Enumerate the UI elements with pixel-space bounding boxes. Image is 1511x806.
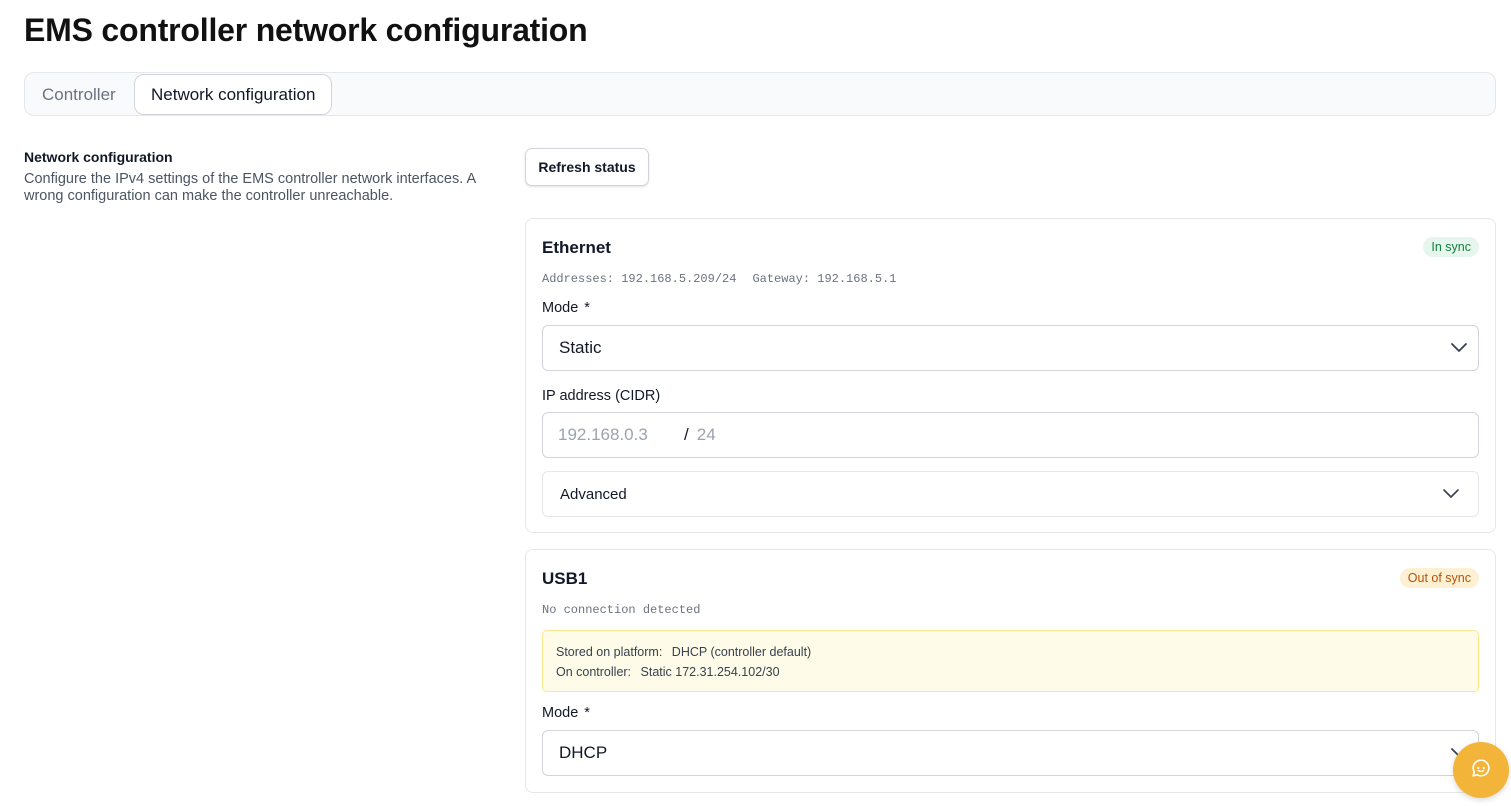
page-title: EMS controller network configuration [24,12,588,48]
chevron-down-icon [1442,485,1460,503]
controller-label: On controller: [556,665,632,679]
mode-label: Mode * [542,705,590,721]
tab-network-configuration[interactable]: Network configuration [134,74,333,115]
section-description: Configure the IPv4 settings of the EMS c… [24,171,476,204]
advanced-toggle[interactable]: Advanced [542,471,1479,517]
stored-value: DHCP (controller default) [671,645,812,659]
cidr-separator: / [684,425,689,444]
required-mark: * [584,300,590,316]
chat-icon [1470,757,1492,784]
ethernet-mode-select[interactable]: Static [542,325,1479,371]
gateway-value: 192.168.5.1 [817,272,897,286]
ethernet-addresses: Addresses: 192.168.5.209/24 Gateway: 192.… [542,272,896,286]
mode-label: Mode * [542,300,590,316]
ip-address-label: IP address (CIDR) [542,388,661,404]
mode-label-text: Mode [542,300,579,316]
status-badge: In sync [1423,237,1479,257]
addresses-label: Addresses: [542,272,615,286]
chat-button[interactable] [1453,742,1509,798]
ethernet-title: Ethernet [542,238,611,257]
status-badge: Out of sync [1399,568,1479,588]
stored-label: Stored on platform: [556,645,663,659]
gateway-label: Gateway: [752,272,811,286]
ip-cidr-field: / [542,412,1479,458]
prefix-length-input[interactable] [696,425,817,445]
on-controller: On controller: Static 172.31.254.102/30 [556,662,1465,682]
mode-label-text: Mode [542,705,579,721]
controller-value: Static 172.31.254.102/30 [640,665,780,679]
sync-mismatch-notice: Stored on platform: DHCP (controller def… [542,630,1479,692]
usb1-card: USB1 Out of sync No connection detected … [525,549,1496,793]
usb1-mode-select[interactable]: DHCP [542,730,1479,776]
advanced-label: Advanced [560,485,627,503]
tab-bar: Controller Network configuration [24,72,1496,116]
section-title: Network configuration [24,149,173,165]
tab-controller[interactable]: Controller [42,74,116,115]
ip-address-input[interactable] [558,425,684,445]
usb1-connection-status: No connection detected [542,603,701,617]
required-mark: * [584,705,590,721]
stored-on-platform: Stored on platform: DHCP (controller def… [556,642,1465,662]
addresses-value: 192.168.5.209/24 [621,272,737,286]
mode-selected-value: DHCP [559,743,608,762]
refresh-status-button[interactable]: Refresh status [525,148,649,186]
usb1-title: USB1 [542,569,588,588]
chevron-down-icon [1450,339,1468,357]
mode-selected-value: Static [559,338,602,357]
ethernet-card: Ethernet In sync Addresses: 192.168.5.20… [525,218,1496,533]
